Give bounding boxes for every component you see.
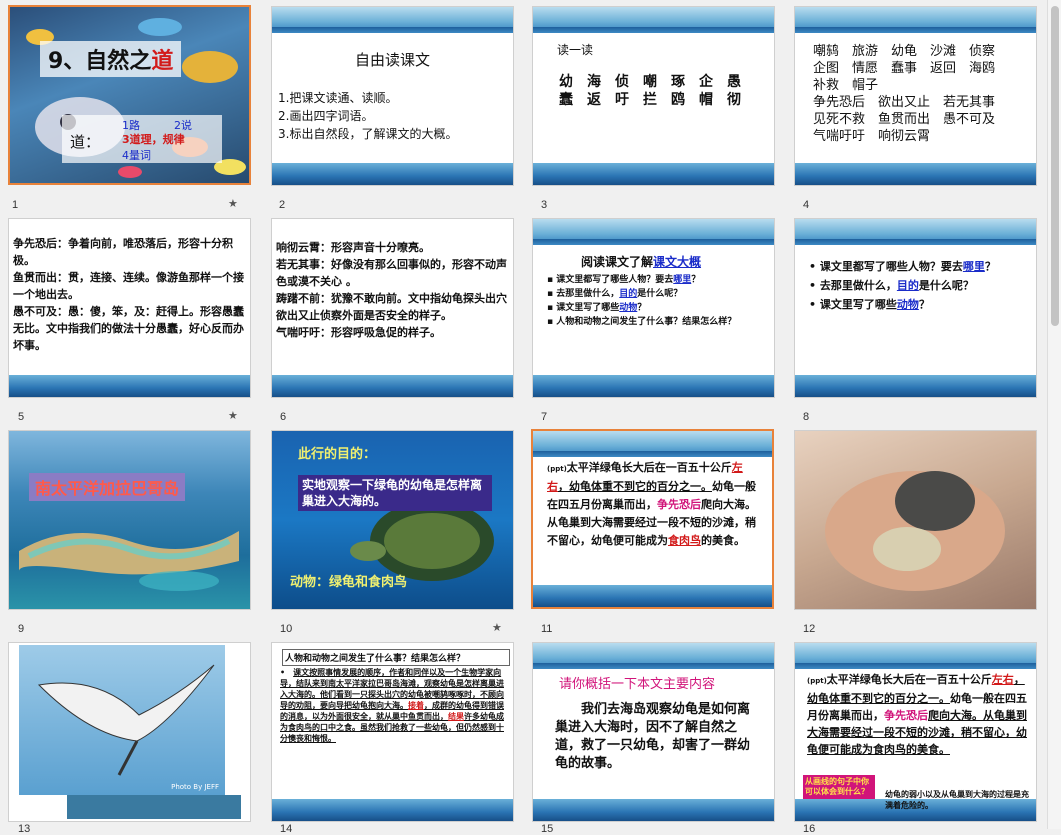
definition-list: 争先恐后：争着向前，唯恐落后，形容十分积极。 鱼贯而出：贯，连接、连续。像游鱼那样… <box>13 237 244 352</box>
slide-number: 2 <box>279 199 286 211</box>
word-list: 嘲鸫 旅游 幼龟 沙滩 侦察 企图 情愿 蠢事 返回 海鸥 补救 帽子 争先恐后 欲… <box>813 44 996 144</box>
animals-label: 动物：绿龟和食肉鸟 <box>290 575 408 590</box>
slide-thumbnail-7[interactable]: 阅读课文了解课文大概 ▪ 课文里都写了哪些人物？要去哪里？ ▪ 去那里做什么，目… <box>532 218 775 398</box>
slide-number: 4 <box>803 199 810 211</box>
slide-thumbnail-1[interactable]: 9、自然之道 道： 1路 2说 3道理，规律 4量词 <box>8 5 251 185</box>
slide-heading: 人物和动物之间发生了什么事？结果怎么样？ <box>282 649 510 666</box>
sea-header-image <box>533 431 772 457</box>
slide-number: 6 <box>280 411 287 423</box>
island-aerial-image <box>19 531 239 591</box>
photo-frame <box>67 795 241 819</box>
baby-turtle-hand-image <box>825 471 1005 591</box>
slide-thumbnail-9[interactable]: 南太平洋加拉巴哥岛 <box>8 430 251 610</box>
slide-number: 1 <box>12 199 19 211</box>
slide-thumbnail-2[interactable]: 自由读课文 1.把课文读通、读顺。 2.画出四字词语。 3.标出自然段，了解课文的大… <box>271 6 514 186</box>
definition-list: 响彻云霄：形容声音十分嘹亮。 若无其事：好像没有那么回事似的，形容不动声色或漠不关… <box>276 241 507 339</box>
sea-footer-image <box>795 163 1036 185</box>
sea-header-image <box>533 643 774 669</box>
summary-text: 我们去海岛观察幼龟是如何离巢进入大海时，因不了解自然之道，救了一只幼龟，却害了一… <box>555 702 751 771</box>
slide-title: 阅读课文了解课文大概 <box>581 255 702 269</box>
slide-thumbnail-11[interactable]: (ppt)太平洋绿龟长大后在一百五十公斤左右，幼龟体重不到它的百分之一。幼龟一般… <box>531 429 774 609</box>
question-list: ▪ 课文里都写了哪些人物？要去哪里？ ▪ 去那里做什么，目的是什么呢？ ▪ 课文… <box>547 275 737 327</box>
slide-number: 11 <box>541 623 553 635</box>
purpose-text: 实地观察一下绿龟的幼龟是怎样离巢进入大海的。 <box>298 475 492 511</box>
definition-box: 道： 1路 2说 3道理，规律 4量词 <box>62 115 222 163</box>
slide-number: 9 <box>18 623 25 635</box>
sea-footer-image <box>272 163 513 185</box>
slide-title: 自由读课文 <box>354 51 430 69</box>
slide-number: 5 <box>18 411 25 423</box>
slide-number: 12 <box>803 623 816 635</box>
slide-number: 15 <box>541 823 554 835</box>
slide-thumbnail-16[interactable]: (ppt)太平洋绿龟长大后在一百五十公斤左右，幼龟体重不到它的百分之一。幼龟一般… <box>794 642 1037 822</box>
photo-credit: Photo By JEFF <box>171 783 219 791</box>
slide-thumbnail-13[interactable]: Photo By JEFF <box>8 642 251 822</box>
slide-thumbnail-14[interactable]: 人物和动物之间发生了什么事？结果怎么样？ • 课文按照事情发展的顺序，作者和同伴… <box>271 642 514 822</box>
animation-star-icon: ★ <box>492 621 502 634</box>
sea-footer-image <box>533 799 774 821</box>
slide-thumbnail-5[interactable]: 争先恐后：争着向前，唯恐落后，形容十分积极。 鱼贯而出：贯，连接、连续。像游鱼那样… <box>8 218 251 398</box>
slide-thumbnail-8[interactable]: • 课文里都写了哪些人物？要去哪里？ • 去那里做什么，目的是什么呢？ • 课文… <box>794 218 1037 398</box>
slide-thumbnail-15[interactable]: 请你概括一下本文主要内容 我们去海岛观察幼龟是如何离巢进入大海时，因不了解自然之… <box>532 642 775 822</box>
slide-number: 3 <box>541 199 548 211</box>
slide-title: 9、自然之道 <box>40 41 182 77</box>
vertical-scrollbar[interactable] <box>1047 0 1061 829</box>
answer-text: 幼龟的弱小以及从龟巢到大海的过程是充满着危险的。 <box>885 790 1029 810</box>
slide-thumbnail-3[interactable]: 读一读 幼 海 侦 嘲 琢 企 愚蠢 返 吁 拦 鸥 帽 彻 <box>532 6 775 186</box>
scrollbar-thumb[interactable] <box>1051 6 1059 326</box>
instruction-list: 1.把课文读通、读顺。 2.画出四字词语。 3.标出自然段，了解课文的大概。 <box>278 91 458 141</box>
animation-star-icon: ★ <box>228 197 238 210</box>
question-callout: 从画线的句子中你可以体会到什么？ <box>803 775 875 799</box>
sea-footer-image <box>9 375 250 397</box>
sea-footer-image <box>272 799 513 821</box>
sea-header-image <box>795 643 1036 669</box>
question-list: • 课文里都写了哪些人物？要去哪里？ • 去那里做什么，目的是什么呢？ • 课文… <box>809 260 996 311</box>
slide-thumbnail-10[interactable]: 此行的目的： 实地观察一下绿龟的幼龟是怎样离巢进入大海的。 动物：绿龟和食肉鸟 <box>271 430 514 610</box>
slide-number: 16 <box>803 823 816 835</box>
prompt-text: 请你概括一下本文主要内容 <box>559 677 716 692</box>
slide-thumbnail-12[interactable] <box>794 430 1037 610</box>
sea-header-image <box>795 219 1036 245</box>
slide-number: 13 <box>18 823 31 835</box>
paragraph-text: (ppt)太平洋绿龟长大后在一百五十公斤左右，幼龟体重不到它的百分之一。幼龟一般… <box>807 673 1027 756</box>
seabird-icon <box>37 664 215 776</box>
character-list: 幼 海 侦 嘲 琢 企 愚蠢 返 吁 拦 鸥 帽 彻 <box>559 74 741 108</box>
animation-star-icon: ★ <box>228 409 238 422</box>
sea-header-image <box>272 7 513 33</box>
sea-footer-image <box>533 375 774 397</box>
seabird-photo: Photo By JEFF <box>19 645 225 795</box>
slide-number: 10 <box>280 623 293 635</box>
slide-thumbnail-6[interactable]: 响彻云霄：形容声音十分嘹亮。 若无其事：好像没有那么回事似的，形容不动声色或漠不关… <box>271 218 514 398</box>
purpose-label: 此行的目的： <box>298 447 377 462</box>
slide-title: 读一读 <box>557 43 594 57</box>
slide-thumbnail-4[interactable]: 嘲鸫 旅游 幼龟 沙滩 侦察 企图 情愿 蠢事 返回 海鸥 补救 帽子 争先恐后 欲… <box>794 6 1037 186</box>
slide-number: 8 <box>803 411 810 423</box>
sea-header-image <box>533 7 774 33</box>
sea-header-image <box>795 7 1036 33</box>
paragraph-text: • 课文按照事情发展的顺序，作者和同伴以及一个生物学家向导，结队来到南太平洋家拉… <box>280 668 504 743</box>
sea-footer-image <box>533 585 772 607</box>
paragraph-text: (ppt)太平洋绿龟长大后在一百五十公斤左右，幼龟体重不到它的百分之一。幼龟一般… <box>547 461 756 547</box>
sea-header-image <box>533 219 774 245</box>
slide-number: 7 <box>541 411 548 423</box>
sea-footer-image <box>533 163 774 185</box>
sea-footer-image <box>795 375 1036 397</box>
island-caption: 南太平洋加拉巴哥岛 <box>29 473 186 501</box>
slide-number: 14 <box>280 823 293 835</box>
sea-footer-image <box>272 375 513 397</box>
